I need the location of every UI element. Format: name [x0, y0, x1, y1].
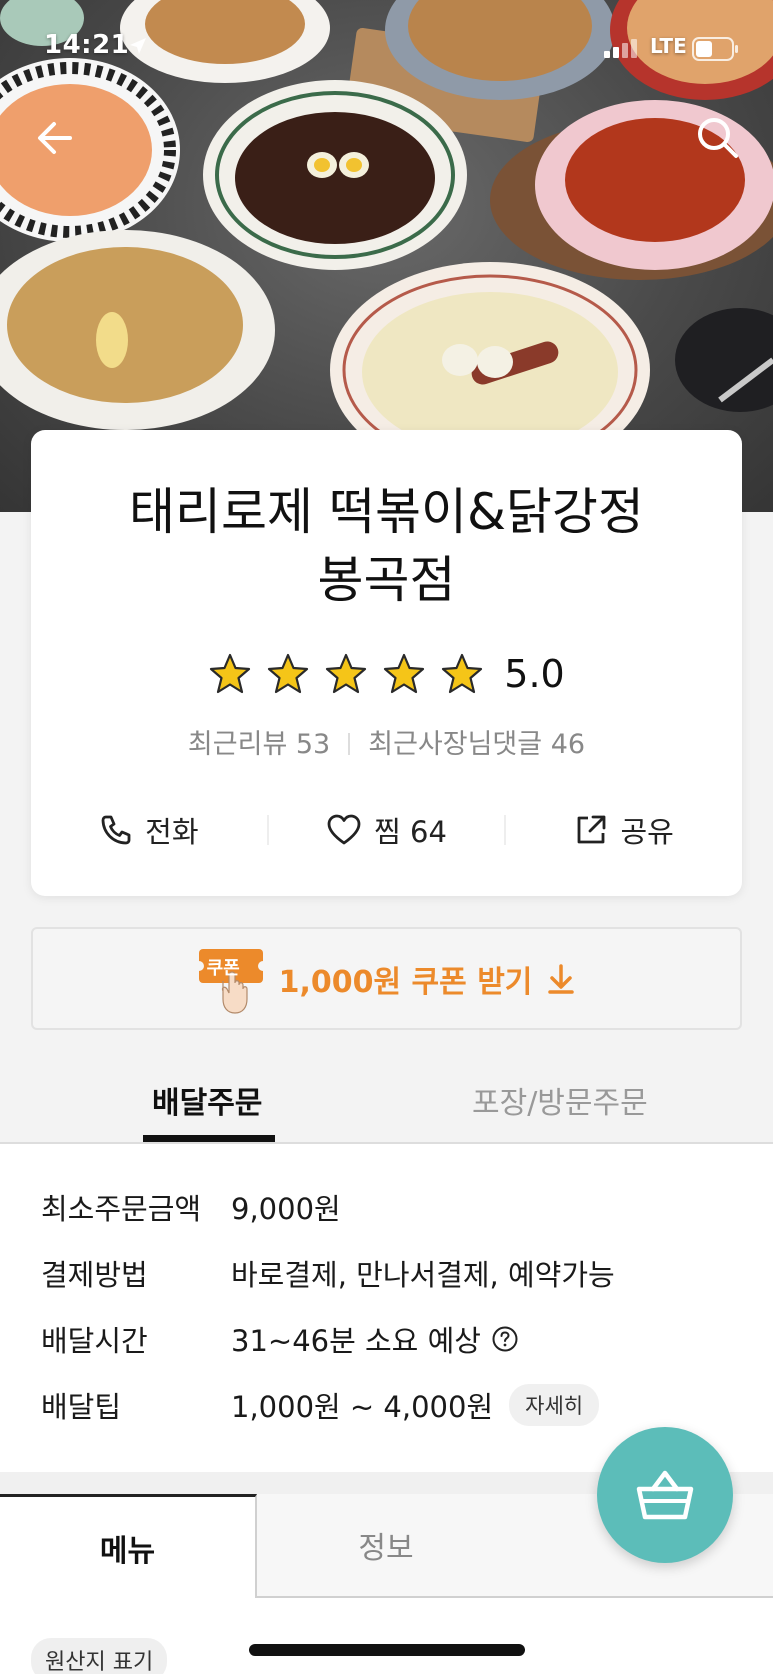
download-arrow-icon: [548, 963, 575, 994]
star-icon: [384, 653, 425, 694]
share-label: 공유: [620, 815, 674, 849]
like-button[interactable]: 찜 64: [269, 796, 505, 864]
delivery-tip-row: 배달팁 1,000원 ~ 4,000원 자세히: [41, 1384, 600, 1426]
origin-label-button[interactable]: 원산지 표기: [31, 1638, 168, 1674]
delivery-time-value-wrap: 31~46분 소요 예상: [231, 1318, 519, 1360]
share-button[interactable]: 공유: [506, 796, 742, 864]
active-tab-indicator: [143, 1135, 275, 1142]
signal-icon: [604, 39, 637, 58]
store-name: 태리로제 떡볶이&닭강정 봉곡점: [31, 478, 742, 614]
heart-icon: [327, 814, 361, 845]
tab-info[interactable]: 정보: [257, 1494, 515, 1598]
basket-icon: [636, 1470, 694, 1520]
status-bar: 14:21 LTE: [0, 0, 773, 94]
call-button[interactable]: 전화: [31, 796, 267, 864]
status-time: 14:21: [44, 30, 130, 60]
store-name-line2: 봉곡점: [317, 551, 456, 609]
rating-value: 5.0: [504, 652, 565, 696]
star-icon: [326, 653, 367, 694]
min-order-label: 최소주문금액: [41, 1192, 202, 1226]
min-order-value: 9,000원: [231, 1192, 341, 1226]
arrow-left-icon: [38, 122, 72, 154]
location-arrow-icon: [130, 38, 146, 54]
store-name-line1: 태리로제 떡볶이&닭강정: [129, 483, 644, 541]
payment-label: 결제방법: [41, 1258, 148, 1292]
delivery-time-value: 31~46분 소요 예상: [231, 1324, 481, 1358]
back-button[interactable]: [30, 112, 82, 164]
phone-icon: [101, 815, 131, 845]
cart-button[interactable]: [597, 1427, 733, 1563]
tab-menu[interactable]: 메뉴: [0, 1494, 257, 1598]
delivery-info: 최소주문금액 9,000원 결제방법 바로결제, 만나서결제, 예약가능 배달시…: [0, 1144, 773, 1472]
delivery-tip-value: 1,000원 ~ 4,000원: [231, 1390, 494, 1424]
network-type: LTE: [650, 34, 687, 58]
delivery-time-label: 배달시간: [41, 1324, 148, 1358]
home-indicator[interactable]: [249, 1644, 525, 1656]
search-button[interactable]: [692, 112, 744, 164]
star-icon: [442, 653, 483, 694]
coupon-badge: 쿠폰: [193, 941, 268, 1017]
owner-replies[interactable]: 최근사장님댓글 46: [368, 729, 585, 760]
divider: [348, 733, 351, 755]
review-summary[interactable]: 최근리뷰 53 최근사장님댓글 46: [31, 722, 742, 761]
coupon-text: 1,000원 쿠폰 받기: [278, 964, 533, 1000]
battery-icon: [692, 37, 738, 61]
tip-detail-button[interactable]: 자세히: [509, 1384, 600, 1426]
coupon-badge-label: 쿠폰: [206, 957, 240, 979]
tab-menu-label: 메뉴: [99, 1533, 156, 1569]
tab-delivery[interactable]: 배달주문: [152, 1078, 262, 1122]
like-label: 찜 64: [374, 815, 447, 849]
star-icon: [210, 653, 251, 694]
payment-row: 결제방법 바로결제, 만나서결제, 예약가능: [41, 1252, 615, 1294]
order-type-tabs: 배달주문 포장/방문주문: [0, 1058, 773, 1144]
call-label: 전화: [145, 815, 199, 849]
rating-row[interactable]: 5.0: [31, 646, 742, 702]
share-icon: [578, 815, 606, 844]
search-icon: [698, 118, 738, 158]
payment-value: 바로결제, 만나서결제, 예약가능: [231, 1258, 615, 1292]
question-circle-icon[interactable]: [491, 1325, 519, 1353]
delivery-time-row: 배달시간 31~46분 소요 예상: [41, 1318, 519, 1360]
menu-content: 원산지 표기: [0, 1598, 773, 1674]
delivery-tip-label: 배달팁: [41, 1390, 122, 1424]
tab-info-label: 정보: [358, 1531, 414, 1566]
store-info-card: 태리로제 떡볶이&닭강정 봉곡점 5.0 최근리뷰 53 최근사장님댓글 46 전…: [31, 430, 742, 896]
min-order-row: 최소주문금액 9,000원: [41, 1186, 341, 1228]
action-row: 전화 찜 64 공유: [31, 796, 742, 864]
coupon-banner[interactable]: 쿠폰 1,000원 쿠폰 받기: [31, 927, 742, 1030]
recent-reviews[interactable]: 최근리뷰 53: [188, 729, 330, 760]
star-icon: [268, 653, 309, 694]
tab-pickup[interactable]: 포장/방문주문: [472, 1078, 648, 1122]
